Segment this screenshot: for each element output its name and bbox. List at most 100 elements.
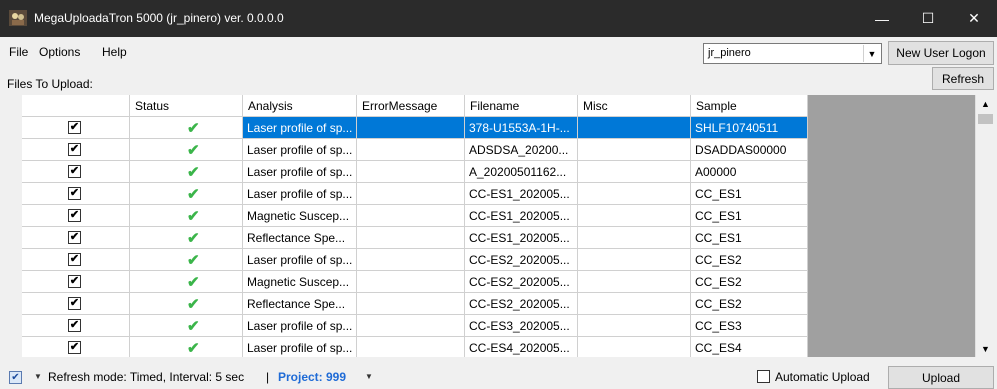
cell-analysis[interactable]: Laser profile of sp... xyxy=(243,315,357,337)
cell-filename[interactable]: CC-ES3_202005... xyxy=(465,315,578,337)
cell-status[interactable]: ✔ xyxy=(130,139,243,161)
table-row[interactable]: ✔ ✔ Reflectance Spe... CC-ES2_202005... CC_E… xyxy=(22,293,808,315)
cell-error-message[interactable] xyxy=(357,205,465,227)
cell-analysis[interactable]: Reflectance Spe... xyxy=(243,293,357,315)
cell-sample[interactable]: CC_ES1 xyxy=(691,227,808,249)
project-dropdown-icon[interactable]: ▼ xyxy=(365,372,373,381)
row-checkbox[interactable]: ✔ xyxy=(68,209,81,222)
cell-sample[interactable]: CC_ES1 xyxy=(691,183,808,205)
refresh-enabled-checkbox[interactable]: ✔ xyxy=(9,371,22,384)
cell-misc[interactable] xyxy=(578,293,691,315)
maximize-button[interactable]: ☐ xyxy=(905,0,951,37)
menu-options[interactable]: Options xyxy=(39,45,80,59)
table-row[interactable]: ✔ ✔ Magnetic Suscep... CC-ES2_202005... CC_E… xyxy=(22,271,808,293)
cell-analysis[interactable]: Magnetic Suscep... xyxy=(243,271,357,293)
new-user-logon-button[interactable]: New User Logon xyxy=(888,41,994,65)
chevron-down-icon[interactable]: ▼ xyxy=(863,45,880,62)
table-row[interactable]: ✔ ✔ Laser profile of sp... ADSDSA_20200... D… xyxy=(22,139,808,161)
cell-misc[interactable] xyxy=(578,337,691,357)
cell-status[interactable]: ✔ xyxy=(130,161,243,183)
row-checkbox[interactable]: ✔ xyxy=(68,165,81,178)
scroll-up-icon[interactable]: ▲ xyxy=(976,95,995,112)
cell-error-message[interactable] xyxy=(357,293,465,315)
cell-analysis[interactable]: Laser profile of sp... xyxy=(243,183,357,205)
table-row[interactable]: ✔ ✔ Magnetic Suscep... CC-ES1_202005... CC_E… xyxy=(22,205,808,227)
cell-misc[interactable] xyxy=(578,161,691,183)
cell-filename[interactable]: ADSDSA_20200... xyxy=(465,139,578,161)
table-row[interactable]: ✔ ✔ Laser profile of sp... CC-ES2_202005...… xyxy=(22,249,808,271)
cell-misc[interactable] xyxy=(578,139,691,161)
cell-error-message[interactable] xyxy=(357,183,465,205)
cell-status[interactable]: ✔ xyxy=(130,227,243,249)
refresh-mode-dropdown-icon[interactable]: ▼ xyxy=(34,372,42,381)
cell-misc[interactable] xyxy=(578,117,691,139)
refresh-mode-text[interactable]: Refresh mode: Timed, Interval: 5 sec xyxy=(48,370,244,384)
cell-sample[interactable]: DSADDAS00000 xyxy=(691,139,808,161)
column-header-filename[interactable]: Filename xyxy=(465,95,578,117)
table-row[interactable]: ✔ ✔ Laser profile of sp... CC-ES4_202005...… xyxy=(22,337,808,357)
cell-error-message[interactable] xyxy=(357,315,465,337)
cell-misc[interactable] xyxy=(578,271,691,293)
scroll-thumb[interactable] xyxy=(978,114,993,124)
cell-sample[interactable]: CC_ES2 xyxy=(691,293,808,315)
cell-analysis[interactable]: Laser profile of sp... xyxy=(243,337,357,357)
cell-analysis[interactable]: Laser profile of sp... xyxy=(243,117,357,139)
cell-error-message[interactable] xyxy=(357,249,465,271)
table-row[interactable]: ✔ ✔ Laser profile of sp... A_20200501162...… xyxy=(22,161,808,183)
cell-misc[interactable] xyxy=(578,315,691,337)
cell-error-message[interactable] xyxy=(357,161,465,183)
row-select-cell[interactable]: ✔ xyxy=(22,161,130,183)
cell-sample[interactable]: CC_ES3 xyxy=(691,315,808,337)
cell-filename[interactable]: CC-ES2_202005... xyxy=(465,249,578,271)
cell-sample[interactable]: CC_ES4 xyxy=(691,337,808,357)
cell-filename[interactable]: CC-ES2_202005... xyxy=(465,271,578,293)
row-checkbox[interactable]: ✔ xyxy=(68,121,81,134)
row-select-cell[interactable]: ✔ xyxy=(22,205,130,227)
column-header-sample[interactable]: Sample xyxy=(691,95,808,117)
vertical-scrollbar[interactable]: ▲ ▼ xyxy=(975,95,994,357)
table-row[interactable]: ✔ ✔ Laser profile of sp... CC-ES1_202005...… xyxy=(22,183,808,205)
automatic-upload-checkbox[interactable] xyxy=(757,370,770,383)
cell-analysis[interactable]: Laser profile of sp... xyxy=(243,161,357,183)
row-select-cell[interactable]: ✔ xyxy=(22,139,130,161)
column-header-analysis[interactable]: Analysis xyxy=(243,95,357,117)
row-select-cell[interactable]: ✔ xyxy=(22,315,130,337)
cell-error-message[interactable] xyxy=(357,271,465,293)
cell-misc[interactable] xyxy=(578,249,691,271)
cell-analysis[interactable]: Reflectance Spe... xyxy=(243,227,357,249)
cell-analysis[interactable]: Laser profile of sp... xyxy=(243,139,357,161)
cell-filename[interactable]: A_20200501162... xyxy=(465,161,578,183)
cell-status[interactable]: ✔ xyxy=(130,205,243,227)
menu-file[interactable]: File xyxy=(9,45,28,59)
cell-filename[interactable]: 378-U1553A-1H-... xyxy=(465,117,578,139)
cell-sample[interactable]: CC_ES1 xyxy=(691,205,808,227)
row-checkbox[interactable]: ✔ xyxy=(68,319,81,332)
scroll-down-icon[interactable]: ▼ xyxy=(976,340,995,357)
table-row[interactable]: ✔ ✔ Reflectance Spe... CC-ES1_202005... CC_E… xyxy=(22,227,808,249)
cell-error-message[interactable] xyxy=(357,227,465,249)
row-checkbox[interactable]: ✔ xyxy=(68,275,81,288)
user-dropdown[interactable]: jr_pinero ▼ xyxy=(703,43,882,64)
cell-status[interactable]: ✔ xyxy=(130,183,243,205)
cell-filename[interactable]: CC-ES4_202005... xyxy=(465,337,578,357)
row-select-cell[interactable]: ✔ xyxy=(22,117,130,139)
cell-sample[interactable]: CC_ES2 xyxy=(691,271,808,293)
column-header-misc[interactable]: Misc xyxy=(578,95,691,117)
project-selector[interactable]: Project: 999 xyxy=(278,370,346,384)
cell-analysis[interactable]: Laser profile of sp... xyxy=(243,249,357,271)
cell-misc[interactable] xyxy=(578,227,691,249)
menu-help[interactable]: Help xyxy=(102,45,127,59)
table-row[interactable]: ✔ ✔ Laser profile of sp... 378-U1553A-1H-..… xyxy=(22,117,808,139)
minimize-button[interactable]: — xyxy=(859,0,905,37)
cell-filename[interactable]: CC-ES2_202005... xyxy=(465,293,578,315)
cell-status[interactable]: ✔ xyxy=(130,271,243,293)
table-row[interactable]: ✔ ✔ Laser profile of sp... CC-ES3_202005...… xyxy=(22,315,808,337)
row-select-cell[interactable]: ✔ xyxy=(22,293,130,315)
cell-sample[interactable]: A00000 xyxy=(691,161,808,183)
cell-status[interactable]: ✔ xyxy=(130,337,243,357)
row-select-cell[interactable]: ✔ xyxy=(22,183,130,205)
column-header-errormessage[interactable]: ErrorMessage xyxy=(357,95,465,117)
row-select-cell[interactable]: ✔ xyxy=(22,271,130,293)
cell-analysis[interactable]: Magnetic Suscep... xyxy=(243,205,357,227)
cell-status[interactable]: ✔ xyxy=(130,117,243,139)
